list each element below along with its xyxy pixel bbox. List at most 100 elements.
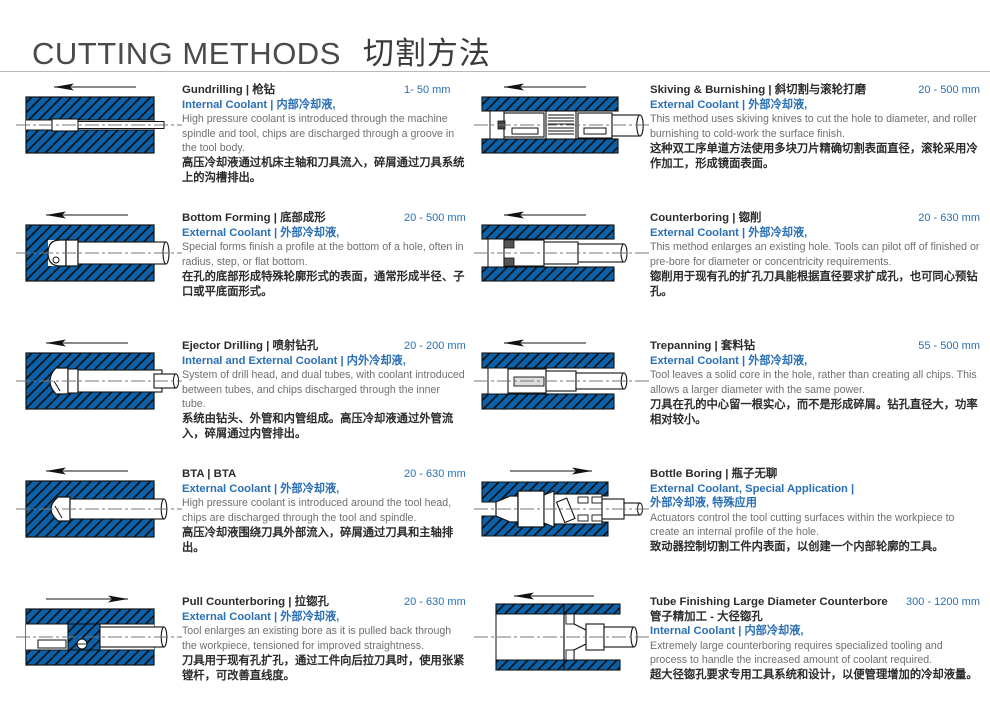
method-desc-zh: 刀具在孔的中心留一根实心，而不是形成碎屑。钻孔直径大，功率相对较小。	[650, 398, 980, 428]
method-name-en: Pull Counterboring	[182, 596, 285, 608]
method-card-counterboring: Counterboring | 锪削 20 - 630 mm External …	[472, 206, 990, 334]
bottom-forming-text: Bottom Forming | 底部成形 20 - 500 mm Extern…	[182, 206, 466, 300]
method-card-ejector-drilling: Ejector Drilling | 喷射钻孔 20 - 200 mm Inte…	[0, 334, 472, 462]
method-desc-zh: 这种双工序单道方法使用多块刀片精确切割表面直径，滚轮采用冷作加工，形成镜面表面。	[650, 142, 980, 172]
method-name-en: Tube Finishing Large Diameter Counterbor…	[650, 596, 888, 610]
method-coolant: Internal Coolant | 内部冷却液,	[650, 624, 980, 639]
method-name-en: Gundrilling	[182, 84, 243, 96]
method-name: Trepanning | 套料钻	[650, 340, 755, 354]
method-coolant: Internal and External Coolant | 内外冷却液,	[182, 354, 466, 369]
bta-text: BTA | BTA 20 - 630 mm External Coolant |…	[182, 462, 466, 556]
method-desc-zh: 超大径锪孔要求专用工具系统和设计，以便管理增加的冷却液量。	[650, 668, 980, 683]
method-name-zh: 喷射钻孔	[273, 340, 319, 352]
method-range: 20 - 500 mm	[908, 84, 980, 97]
counterboring-text: Counterboring | 锪削 20 - 630 mm External …	[650, 206, 980, 300]
method-name-zh: 套料钻	[721, 340, 755, 352]
method-desc-en: System of drill head, and dual tubes, wi…	[182, 368, 466, 410]
method-coolant: External Coolant | 外部冷却液,	[650, 98, 980, 113]
arrow-left-icon	[504, 84, 586, 91]
page-title-zh: 切割方法	[363, 28, 491, 73]
trepanning-diagram	[474, 338, 650, 450]
method-name-zh: 锪削	[739, 212, 762, 224]
gundrilling-text: Gundrilling | 枪钻 1- 50 mm Internal Coola…	[182, 78, 466, 186]
method-coolant-zh: 外部冷却液, 特殊应用	[650, 496, 980, 511]
arrow-left-icon	[54, 84, 136, 91]
method-desc-zh: 锪削用于现有孔的扩孔刀具能根据直径要求扩成孔，也可同心预钻孔。	[650, 270, 980, 300]
method-range: 20 - 630 mm	[394, 468, 466, 481]
method-desc-en: Tool leaves a solid core in the hole, ra…	[650, 368, 980, 396]
page-header: CUTTING METHODS 切割方法	[0, 0, 990, 72]
gundrilling-diagram	[16, 82, 182, 194]
method-name: Bottom Forming | 底部成形	[182, 212, 326, 226]
method-name-zh: 枪钻	[252, 84, 275, 96]
arrow-left-icon	[46, 468, 128, 475]
arrow-left-icon	[514, 593, 594, 600]
method-name-en: Ejector Drilling	[182, 340, 263, 352]
method-card-skiving-burnishing: Skiving & Burnishing | 斜切割与滚轮打磨 20 - 500…	[472, 78, 990, 206]
skiving-burnishing-diagram	[474, 82, 650, 194]
method-desc-en: Tool enlarges an existing bore as it is …	[182, 624, 466, 652]
method-desc-en: High pressure coolant is introduced thro…	[182, 112, 466, 154]
ejector-drilling-diagram	[16, 338, 182, 450]
page-title-en: CUTTING METHODS	[32, 36, 341, 72]
method-name-zh: 管子精加工 - 大径锪孔	[650, 610, 980, 624]
method-name-zh: 斜切割与滚轮打磨	[775, 84, 866, 96]
method-name-zh: 底部成形	[280, 212, 326, 224]
method-coolant: External Coolant | 外部冷却液,	[182, 482, 466, 497]
methods-grid: Gundrilling | 枪钻 1- 50 mm Internal Coola…	[0, 78, 990, 718]
method-name-en: Trepanning	[650, 340, 711, 352]
method-name-en: Bottom Forming	[182, 212, 271, 224]
method-name: Pull Counterboring | 拉锪孔	[182, 596, 329, 610]
arrow-left-icon	[46, 340, 128, 347]
method-range: 1- 50 mm	[394, 84, 466, 97]
method-name-en: BTA	[182, 468, 204, 480]
method-range: 20 - 630 mm	[394, 596, 466, 609]
tube-finishing-diagram	[474, 594, 650, 706]
method-coolant: External Coolant, Special Application |	[650, 482, 980, 497]
method-desc-zh: 高压冷却液通过机床主轴和刀具流入，碎屑通过刀具系统上的沟槽排出。	[182, 156, 466, 186]
method-name-en: Counterboring	[650, 212, 729, 224]
bottle-boring-diagram	[474, 466, 650, 578]
method-coolant: External Coolant | 外部冷却液,	[182, 610, 466, 625]
skiving-burnishing-text: Skiving & Burnishing | 斜切割与滚轮打磨 20 - 500…	[650, 78, 980, 172]
method-name-zh: 拉锪孔	[295, 596, 329, 608]
method-desc-zh: 在孔的底部形成特殊轮廓形式的表面，通常形成半径、子口或平底面形式。	[182, 270, 466, 300]
method-desc-en: This method enlarges an existing hole. T…	[650, 240, 980, 268]
pull-counterboring-diagram	[16, 594, 182, 706]
arrow-left-icon	[46, 212, 128, 219]
method-card-gundrilling: Gundrilling | 枪钻 1- 50 mm Internal Coola…	[0, 78, 472, 206]
method-range: 20 - 500 mm	[394, 212, 466, 225]
method-card-tube-finishing: Tube Finishing Large Diameter Counterbor…	[472, 590, 990, 718]
method-range: 55 - 500 mm	[908, 340, 980, 353]
method-coolant: Internal Coolant | 内部冷却液,	[182, 98, 466, 113]
method-name: Ejector Drilling | 喷射钻孔	[182, 340, 318, 354]
method-card-trepanning: Trepanning | 套料钻 55 - 500 mm External Co…	[472, 334, 990, 462]
tube-finishing-text: Tube Finishing Large Diameter Counterbor…	[650, 590, 980, 683]
trepanning-text: Trepanning | 套料钻 55 - 500 mm External Co…	[650, 334, 980, 428]
counterboring-diagram	[474, 210, 650, 322]
method-name: Gundrilling | 枪钻	[182, 84, 275, 98]
method-name: Bottle Boring | 瓶子无聊	[650, 468, 777, 482]
method-name: Skiving & Burnishing | 斜切割与滚轮打磨	[650, 84, 866, 98]
arrow-right-icon	[510, 468, 592, 475]
method-range: 20 - 200 mm	[394, 340, 466, 353]
ejector-drilling-text: Ejector Drilling | 喷射钻孔 20 - 200 mm Inte…	[182, 334, 466, 442]
header-divider	[0, 71, 990, 72]
method-name: Counterboring | 锪削	[650, 212, 761, 226]
method-desc-en: Extremely large counterboring requires s…	[650, 639, 980, 667]
method-name-zh: BTA	[214, 468, 237, 480]
bta-diagram	[16, 466, 182, 578]
method-desc-zh: 高压冷却液围绕刀具外部流入，碎屑通过刀具和主轴排出。	[182, 526, 466, 556]
arrow-right-icon	[46, 596, 128, 603]
method-desc-en: Actuators control the tool cutting surfa…	[650, 511, 980, 539]
method-coolant: External Coolant | 外部冷却液,	[650, 354, 980, 369]
pull-counterboring-text: Pull Counterboring | 拉锪孔 20 - 630 mm Ext…	[182, 590, 466, 684]
method-card-pull-counterboring: Pull Counterboring | 拉锪孔 20 - 630 mm Ext…	[0, 590, 472, 718]
method-name-zh: 瓶子无聊	[732, 468, 778, 480]
method-desc-en: High pressure coolant is introduced arou…	[182, 496, 466, 524]
method-desc-zh: 刀具用于现有孔扩孔，通过工件向后拉刀具时，使用张紧镗杆，可改善直线度。	[182, 654, 466, 684]
arrow-left-icon	[504, 212, 586, 219]
method-desc-zh: 致动器控制切割工件内表面，以创建一个内部轮廓的工具。	[650, 540, 980, 555]
method-card-bta: BTA | BTA 20 - 630 mm External Coolant |…	[0, 462, 472, 590]
method-range: 300 - 1200 mm	[896, 596, 980, 609]
